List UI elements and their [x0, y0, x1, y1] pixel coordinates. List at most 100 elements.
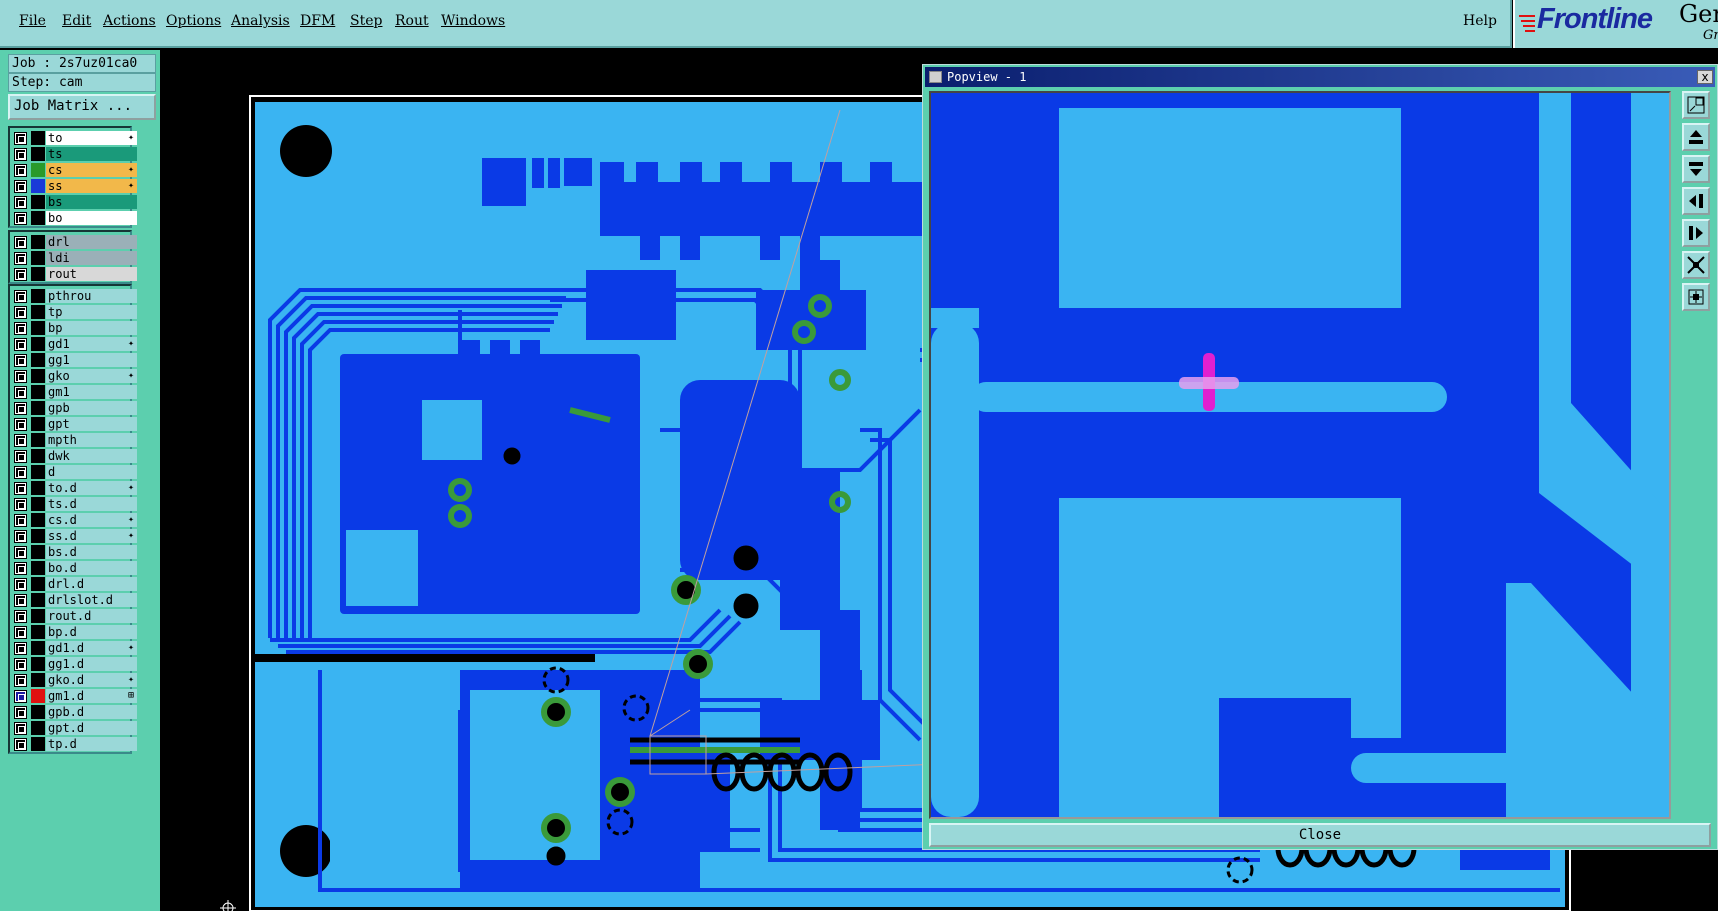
layer-name[interactable]: bp.d	[46, 625, 137, 639]
layer-row-to[interactable]: to ✦	[10, 130, 137, 146]
job-matrix-button[interactable]: Job Matrix ...	[8, 94, 156, 120]
layer-name[interactable]: gko.d ✦	[46, 673, 137, 687]
layer-color-swatch[interactable]	[31, 513, 45, 527]
layer-name[interactable]: bs	[46, 195, 137, 209]
menu-actions[interactable]: Actions	[103, 13, 156, 29]
layer-checkbox[interactable]	[14, 450, 27, 463]
pan-up-icon[interactable]	[1682, 123, 1710, 151]
menu-file[interactable]: File	[19, 13, 46, 29]
menu-help[interactable]: Help	[1463, 13, 1497, 29]
layer-checkbox[interactable]	[14, 354, 27, 367]
layer-color-swatch[interactable]	[31, 211, 45, 225]
layer-color-swatch[interactable]	[31, 321, 45, 335]
layer-color-swatch[interactable]	[31, 561, 45, 575]
layer-checkbox[interactable]	[14, 626, 27, 639]
layer-row-ts[interactable]: ts	[10, 146, 137, 162]
layer-checkbox[interactable]	[14, 738, 27, 751]
layer-checkbox[interactable]	[14, 164, 27, 177]
menu-rout[interactable]: Rout	[395, 13, 429, 29]
layer-checkbox[interactable]	[14, 514, 27, 527]
layer-name[interactable]: drl	[46, 235, 137, 249]
layer-name[interactable]: gpb.d	[46, 705, 137, 719]
layer-name[interactable]: to ✦	[46, 131, 137, 145]
layer-row-gpt[interactable]: gpt	[10, 416, 137, 432]
pan-right-icon[interactable]	[1682, 219, 1710, 247]
layer-color-swatch[interactable]	[31, 401, 45, 415]
layer-row-tp[interactable]: tp	[10, 304, 137, 320]
layer-row-gko[interactable]: gko ✦	[10, 368, 137, 384]
layer-row-ldi[interactable]: ldi	[10, 250, 137, 266]
layer-color-swatch[interactable]	[31, 497, 45, 511]
layer-color-swatch[interactable]	[31, 433, 45, 447]
zoom-fit-icon[interactable]	[1682, 91, 1710, 119]
layer-name[interactable]: gd1.d ✦	[46, 641, 137, 655]
layer-checkbox[interactable]	[14, 706, 27, 719]
layer-color-swatch[interactable]	[31, 147, 45, 161]
layer-row-drlslot-d[interactable]: drlslot.d	[10, 592, 137, 608]
layer-name[interactable]: tp.d	[46, 737, 137, 751]
layer-color-swatch[interactable]	[31, 689, 45, 703]
layer-row-ts-d[interactable]: ts.d	[10, 496, 137, 512]
layer-row-dwk[interactable]: dwk	[10, 448, 137, 464]
layer-name[interactable]: ss ✦	[46, 179, 137, 193]
layer-row-mpth[interactable]: mpth	[10, 432, 137, 448]
layer-row-cs[interactable]: cs ✦	[10, 162, 137, 178]
layer-row-gg1-d[interactable]: gg1.d	[10, 656, 137, 672]
layer-color-swatch[interactable]	[31, 417, 45, 431]
layer-row-gg1[interactable]: gg1	[10, 352, 137, 368]
layer-name[interactable]: bp	[46, 321, 137, 335]
menu-edit[interactable]: Edit	[62, 13, 91, 29]
layer-color-swatch[interactable]	[31, 721, 45, 735]
layer-name[interactable]: ss.d ✦	[46, 529, 137, 543]
layer-row-bo-d[interactable]: bo.d	[10, 560, 137, 576]
layer-name[interactable]: gpb	[46, 401, 137, 415]
layer-name[interactable]: gko ✦	[46, 369, 137, 383]
layer-name[interactable]: mpth	[46, 433, 137, 447]
layer-name[interactable]: to.d ✦	[46, 481, 137, 495]
layer-row-bp-d[interactable]: bp.d	[10, 624, 137, 640]
menu-options[interactable]: Options	[166, 13, 221, 29]
layer-checkbox[interactable]	[14, 578, 27, 591]
menu-dfm[interactable]: DFM	[300, 13, 335, 29]
layer-checkbox[interactable]	[14, 338, 27, 351]
layer-checkbox[interactable]	[14, 132, 27, 145]
layer-name[interactable]: gpt	[46, 417, 137, 431]
layer-checkbox[interactable]	[14, 466, 27, 479]
close-icon[interactable]: x	[1697, 70, 1713, 84]
layer-color-swatch[interactable]	[31, 337, 45, 351]
layer-name[interactable]: gm1	[46, 385, 137, 399]
layer-name[interactable]: rout.d	[46, 609, 137, 623]
layer-checkbox[interactable]	[14, 386, 27, 399]
layer-row-rout-d[interactable]: rout.d	[10, 608, 137, 624]
layer-name[interactable]: ts.d	[46, 497, 137, 511]
menu-step[interactable]: Step	[350, 13, 382, 29]
layer-checkbox[interactable]	[14, 212, 27, 225]
layer-name[interactable]: cs.d ✦	[46, 513, 137, 527]
layer-row-bp[interactable]: bp	[10, 320, 137, 336]
layer-name[interactable]: dwk	[46, 449, 137, 463]
layer-row-bs-d[interactable]: bs.d	[10, 544, 137, 560]
layer-color-swatch[interactable]	[31, 593, 45, 607]
layer-color-swatch[interactable]	[31, 289, 45, 303]
layer-checkbox[interactable]	[14, 236, 27, 249]
layer-row-gd1[interactable]: gd1 ✦	[10, 336, 137, 352]
layer-color-swatch[interactable]	[31, 267, 45, 281]
layer-name[interactable]: gg1	[46, 353, 137, 367]
layer-name[interactable]: cs ✦	[46, 163, 137, 177]
layer-row-to-d[interactable]: to.d ✦	[10, 480, 137, 496]
layer-checkbox[interactable]	[14, 562, 27, 575]
layer-color-swatch[interactable]	[31, 577, 45, 591]
layer-checkbox[interactable]	[14, 180, 27, 193]
layer-name[interactable]: gpt.d	[46, 721, 137, 735]
layer-row-bo[interactable]: bo	[10, 210, 137, 226]
layer-checkbox[interactable]	[14, 546, 27, 559]
layer-color-swatch[interactable]	[31, 641, 45, 655]
popview-close-button[interactable]: Close	[929, 823, 1711, 847]
layer-color-swatch[interactable]	[31, 705, 45, 719]
layer-row-gm1-d[interactable]: gm1.d ⊞	[10, 688, 137, 704]
layer-checkbox[interactable]	[14, 482, 27, 495]
layer-color-swatch[interactable]	[31, 449, 45, 463]
layer-row-drl[interactable]: drl	[10, 234, 137, 250]
pan-left-icon[interactable]	[1682, 187, 1710, 215]
layer-color-swatch[interactable]	[31, 195, 45, 209]
